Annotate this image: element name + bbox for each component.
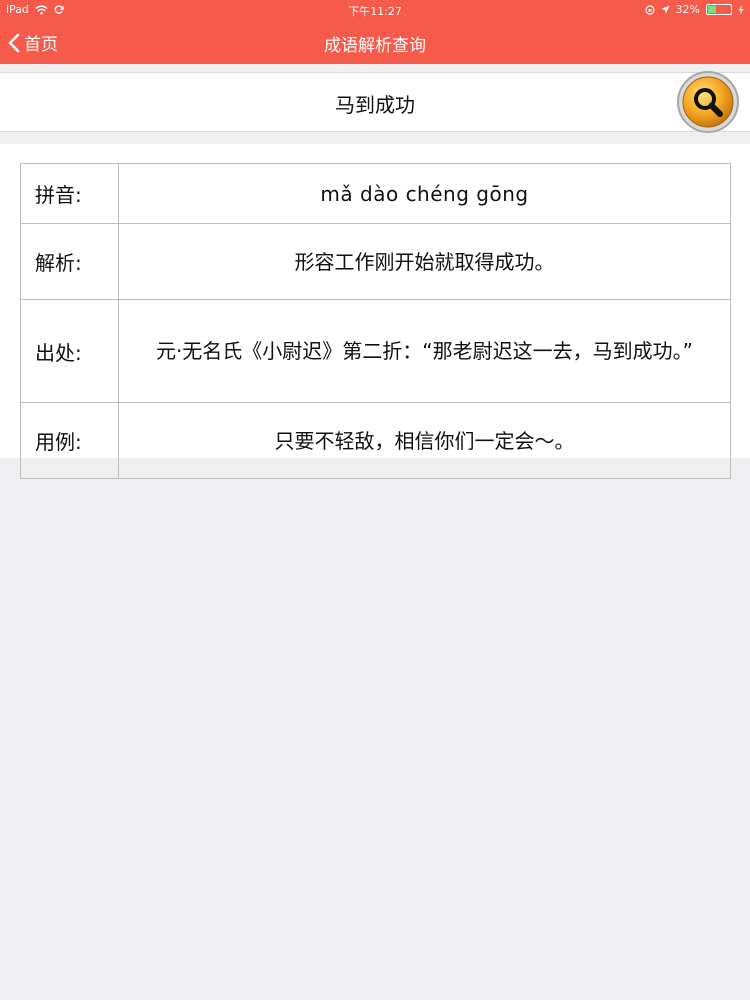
result-panel: 拼音: mǎ dào chéng gōng 解析: 形容工作刚开始就取得成功。 … [0, 144, 750, 479]
search-query[interactable]: 马到成功 [0, 89, 750, 118]
pinyin-value: mǎ dào chéng gōng [118, 163, 731, 224]
status-bar: iPad 下午11:27 32% [0, 0, 750, 20]
navigation-bar: 首页 成语解析查询 [0, 20, 750, 64]
table-row-example: 用例: 只要不轻敌，相信你们一定会～。 [20, 402, 731, 479]
search-button[interactable] [676, 70, 740, 134]
page-title: 成语解析查询 [324, 36, 426, 56]
example-value: 只要不轻敌，相信你们一定会～。 [118, 402, 731, 479]
search-field[interactable]: 马到成功 [0, 72, 750, 132]
charging-icon [738, 4, 744, 15]
meaning-value: 形容工作刚开始就取得成功。 [118, 223, 731, 300]
table-row-pinyin: 拼音: mǎ dào chéng gōng [20, 163, 731, 224]
location-icon [661, 5, 670, 14]
meaning-label: 解析: [20, 223, 119, 300]
pinyin-label: 拼音: [20, 163, 119, 224]
source-label: 出处: [20, 299, 119, 403]
search-icon [677, 71, 739, 133]
example-label: 用例: [20, 402, 119, 479]
battery-level [708, 6, 716, 13]
status-right: 32% [644, 3, 744, 16]
result-table: 拼音: mǎ dào chéng gōng 解析: 形容工作刚开始就取得成功。 … [20, 163, 731, 479]
table-row-meaning: 解析: 形容工作刚开始就取得成功。 [20, 223, 731, 300]
source-value: 元·无名氏《小尉迟》第二折：“那老尉迟这一去，马到成功。” [118, 299, 731, 403]
battery-icon [706, 4, 732, 15]
battery-percent: 32% [675, 3, 700, 16]
status-time: 下午11:27 [348, 5, 402, 18]
rotation-lock-icon [644, 4, 655, 15]
table-row-source: 出处: 元·无名氏《小尉迟》第二折：“那老尉迟这一去，马到成功。” [20, 299, 731, 403]
